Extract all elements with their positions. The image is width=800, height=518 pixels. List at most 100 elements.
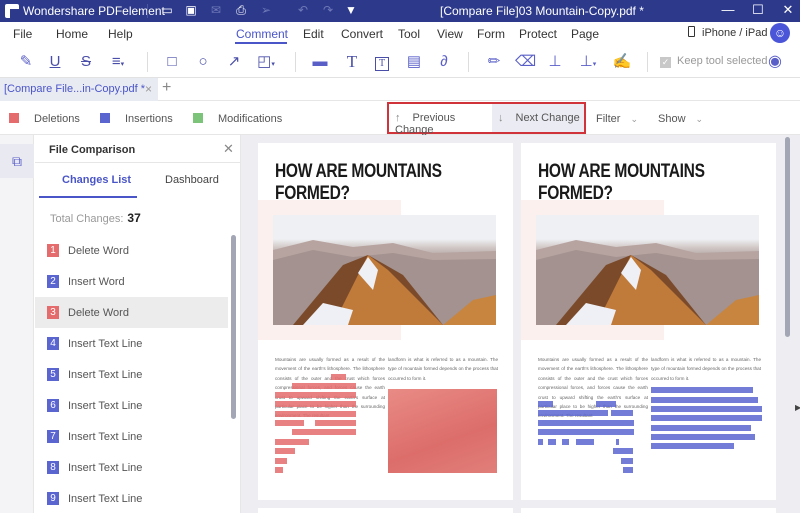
close-button[interactable]: ✕ (778, 2, 798, 18)
sticky-note-icon[interactable]: ▬ (310, 52, 330, 72)
stamp-icon[interactable]: ⊥ (545, 52, 565, 72)
stamp-menu-icon[interactable]: ⊥▾ (578, 52, 598, 72)
expand-panel-icon[interactable]: ▶ (795, 403, 800, 412)
change-highlight[interactable] (651, 443, 734, 449)
change-highlight[interactable] (275, 467, 283, 473)
shapes-menu-icon[interactable]: ◰▾ (256, 52, 276, 72)
strikethrough-icon[interactable]: S (76, 52, 96, 72)
signature-icon[interactable]: ✍ (612, 52, 632, 72)
change-list-item[interactable]: 1 Delete Word (35, 235, 228, 266)
change-highlight[interactable] (275, 411, 356, 417)
document-tab[interactable]: [Compare File...in-Copy.pdf * × (0, 78, 158, 101)
menu-view[interactable]: View (437, 27, 463, 41)
change-highlight[interactable] (275, 392, 356, 398)
print-icon[interactable]: ⎙ (233, 3, 249, 18)
change-highlight[interactable] (292, 383, 356, 389)
menu-form[interactable]: Form (477, 27, 505, 41)
change-highlight[interactable] (651, 387, 753, 393)
eraser-icon[interactable]: ⌫ (515, 52, 536, 72)
email-icon[interactable]: ✉ (208, 3, 224, 17)
change-highlight[interactable] (562, 439, 569, 445)
change-highlight[interactable] (651, 397, 758, 403)
change-highlight[interactable] (538, 429, 634, 435)
change-highlight[interactable] (275, 448, 295, 454)
customize-icon[interactable]: ▼ (343, 3, 359, 17)
change-highlight[interactable] (651, 406, 762, 412)
save-icon[interactable]: ▣ (183, 3, 199, 17)
change-list-item[interactable]: 5 Insert Text Line (35, 359, 228, 390)
file-comparison-icon[interactable]: ⧉ (0, 144, 34, 178)
next-change-button[interactable]: ↓ Next Change (492, 104, 584, 132)
open-folder-icon[interactable]: ▭ (159, 3, 175, 17)
change-highlight[interactable] (621, 458, 633, 464)
change-highlight[interactable] (623, 467, 633, 473)
change-highlight[interactable] (275, 401, 356, 407)
change-list-item[interactable]: 3 Delete Word (35, 297, 228, 328)
menu-help[interactable]: Help (108, 27, 133, 41)
change-highlight[interactable] (538, 439, 543, 445)
menu-convert[interactable]: Convert (341, 27, 383, 41)
change-highlight[interactable] (611, 410, 633, 416)
menu-protect[interactable]: Protect (519, 27, 557, 41)
change-list-item[interactable]: 4 Insert Text Line (35, 328, 228, 359)
menu-home[interactable]: Home (56, 27, 88, 41)
highlight-icon[interactable]: ✎ (16, 52, 36, 72)
text-box-icon[interactable]: T (372, 52, 392, 72)
panel-scrollbar[interactable] (231, 235, 236, 419)
minimize-button[interactable]: — (718, 2, 738, 17)
user-avatar[interactable]: ☺ (770, 23, 790, 43)
rectangle-icon[interactable]: □ (162, 52, 182, 72)
underline-icon[interactable]: U (45, 52, 65, 72)
change-highlight[interactable] (275, 439, 309, 445)
tab-changes-list[interactable]: Changes List (62, 174, 131, 186)
change-highlight[interactable] (275, 420, 304, 426)
change-list-item[interactable]: 9 Insert Text Line (35, 483, 228, 514)
pencil-icon[interactable]: ✏ (484, 52, 504, 72)
arrow-icon[interactable]: ↗ (224, 52, 244, 72)
eye-icon[interactable]: ◉ (765, 52, 785, 72)
maximize-button[interactable]: ☐ (748, 2, 768, 18)
tab-dashboard[interactable]: Dashboard (165, 174, 219, 186)
menu-comment[interactable]: Comment (236, 27, 288, 41)
menu-page[interactable]: Page (571, 27, 599, 41)
previous-change-button[interactable]: ↑ Previous Change (389, 104, 492, 136)
keep-tool-selected-checkbox[interactable]: ✓ Keep tool selected (660, 55, 768, 68)
change-highlight[interactable] (596, 401, 616, 407)
change-list-item[interactable]: 8 Insert Text Line (35, 452, 228, 483)
change-highlight[interactable] (275, 458, 287, 464)
change-list-item[interactable]: 2 Insert Word (35, 266, 228, 297)
show-dropdown[interactable]: Show ⌄ (658, 113, 703, 125)
document-scrollbar[interactable] (785, 137, 790, 337)
change-highlight[interactable] (538, 401, 553, 407)
change-highlight[interactable] (315, 420, 356, 426)
share-icon[interactable]: ➢ (258, 3, 274, 17)
change-highlight[interactable] (538, 410, 608, 416)
change-highlight[interactable] (331, 374, 346, 380)
text-markup-menu-icon[interactable]: ≡▾ (108, 52, 128, 72)
change-highlight[interactable] (651, 425, 751, 431)
change-highlight[interactable] (651, 434, 755, 440)
filter-dropdown[interactable]: Filter ⌄ (596, 113, 638, 125)
undo-icon[interactable]: ↶ (295, 3, 311, 17)
change-highlight[interactable] (651, 415, 762, 421)
close-tab-icon[interactable]: × (145, 82, 152, 96)
change-highlight[interactable] (548, 439, 556, 445)
circle-icon[interactable]: ○ (193, 52, 213, 72)
change-highlight[interactable] (292, 429, 356, 435)
redo-icon[interactable]: ↷ (320, 3, 336, 17)
change-highlight[interactable] (576, 439, 594, 445)
iphone-ipad-button[interactable]: iPhone / iPad (688, 26, 767, 39)
menu-file[interactable]: File (13, 27, 32, 41)
menu-tool[interactable]: Tool (398, 27, 420, 41)
close-panel-icon[interactable]: ✕ (223, 141, 234, 157)
change-highlight[interactable] (613, 448, 633, 454)
change-highlight[interactable] (616, 439, 619, 445)
change-list-item[interactable]: 7 Insert Text Line (35, 421, 228, 452)
deleted-image-highlight[interactable] (388, 389, 497, 473)
attachment-icon[interactable]: ∂ (434, 52, 454, 72)
new-tab-button[interactable]: + (162, 79, 171, 97)
menu-edit[interactable]: Edit (303, 27, 324, 41)
change-highlight[interactable] (538, 420, 634, 426)
change-list-item[interactable]: 6 Insert Text Line (35, 390, 228, 421)
callout-icon[interactable]: ▤ (404, 52, 424, 72)
